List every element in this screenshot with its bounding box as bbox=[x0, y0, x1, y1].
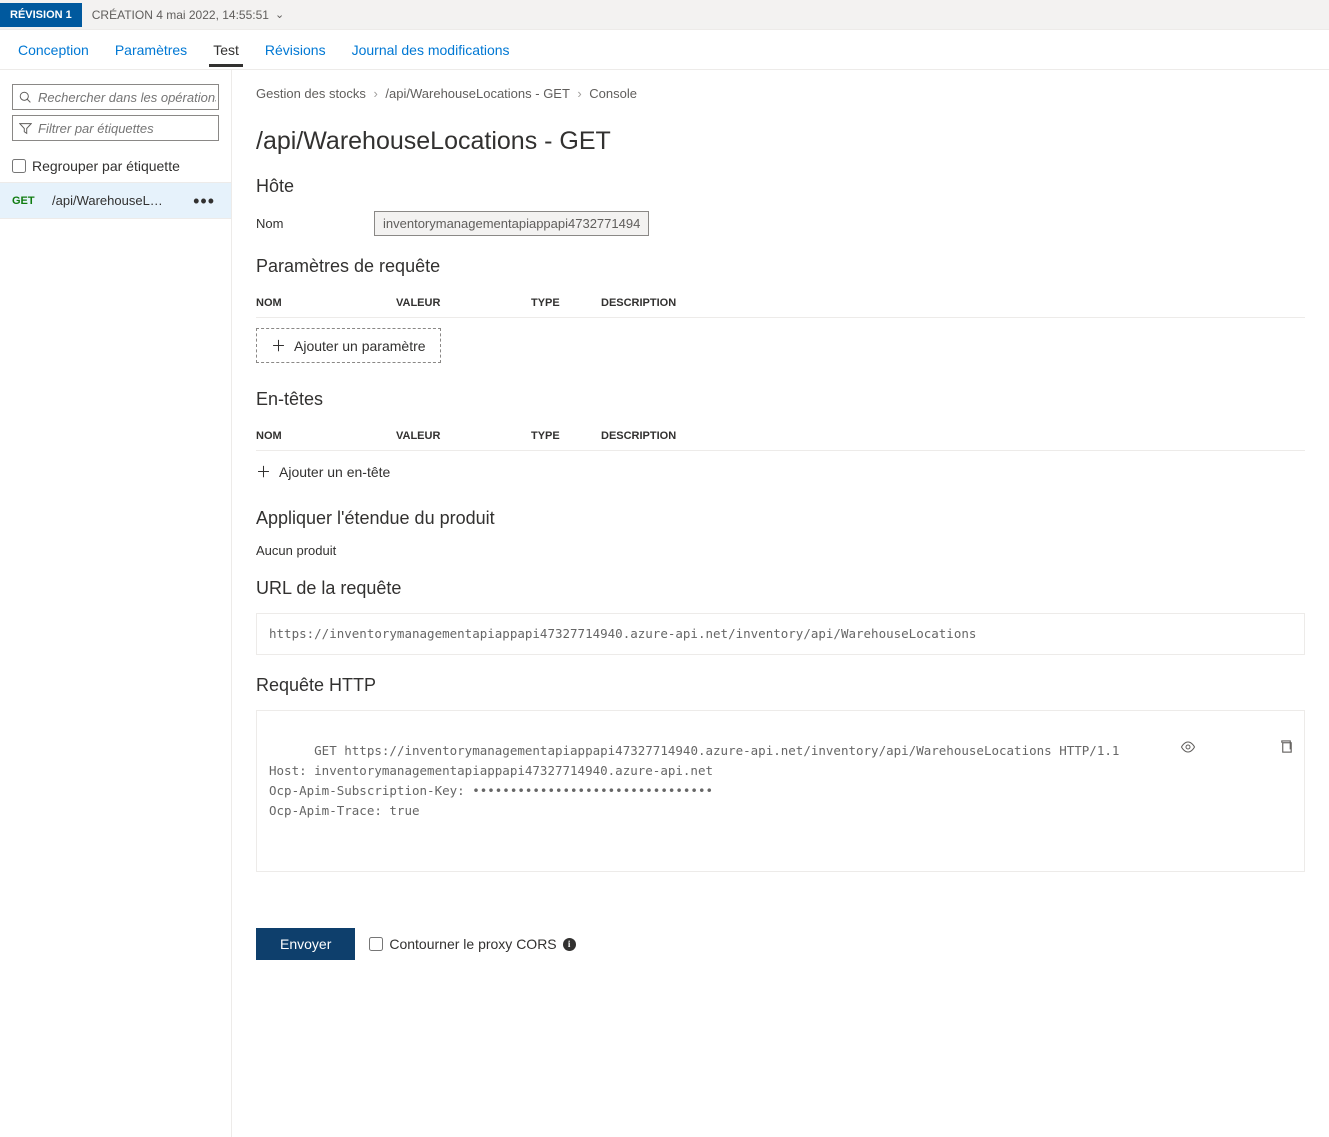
operations-sidebar: Regrouper par étiquette GET /api/Warehou… bbox=[0, 70, 232, 1137]
filter-tags[interactable] bbox=[12, 115, 219, 141]
creation-date[interactable]: CRÉATION 4 mai 2022, 14:55:51 ⌄ bbox=[82, 8, 294, 22]
add-param-button[interactable]: ＋ Ajouter un paramètre bbox=[256, 328, 441, 363]
col-value: VALEUR bbox=[396, 430, 531, 442]
cors-label: Contourner le proxy CORS bbox=[389, 936, 556, 952]
cors-bypass[interactable]: Contourner le proxy CORS i bbox=[369, 936, 575, 952]
more-icon[interactable]: ••• bbox=[189, 196, 219, 206]
http-request-box: GET https://inventorymanagementapiappapi… bbox=[256, 710, 1305, 872]
group-by-tag-checkbox[interactable] bbox=[12, 159, 26, 173]
chevron-right-icon: › bbox=[577, 86, 581, 101]
add-param-label: Ajouter un paramètre bbox=[294, 338, 426, 354]
chevron-right-icon: › bbox=[373, 86, 377, 101]
send-button[interactable]: Envoyer bbox=[256, 928, 355, 960]
search-operations[interactable] bbox=[12, 84, 219, 110]
operation-item[interactable]: GET /api/WarehouseL… ••• bbox=[0, 182, 231, 219]
add-header-button[interactable]: ＋ Ajouter un en-tête bbox=[256, 461, 390, 482]
product-scope-heading: Appliquer l'étendue du produit bbox=[256, 508, 1305, 529]
crumb-operation[interactable]: /api/WarehouseLocations - GET bbox=[385, 86, 569, 101]
host-heading: Hôte bbox=[256, 176, 1305, 197]
col-name: NOM bbox=[256, 430, 396, 442]
request-url-heading: URL de la requête bbox=[256, 578, 1305, 599]
tab-test[interactable]: Test bbox=[209, 32, 243, 67]
test-console: Gestion des stocks › /api/WarehouseLocat… bbox=[232, 70, 1329, 1137]
query-params-heading: Paramètres de requête bbox=[256, 256, 1305, 277]
headers-header: NOM VALEUR TYPE DESCRIPTION bbox=[256, 424, 1305, 451]
copy-icon[interactable] bbox=[1204, 719, 1294, 781]
page-title: /api/WarehouseLocations - GET bbox=[256, 127, 1305, 156]
no-product-text: Aucun produit bbox=[256, 543, 1305, 558]
eye-icon[interactable] bbox=[1104, 719, 1195, 781]
filter-input[interactable] bbox=[38, 121, 216, 136]
filter-icon bbox=[19, 122, 32, 135]
crumb-console: Console bbox=[589, 86, 637, 101]
group-by-tag-label: Regrouper par étiquette bbox=[32, 158, 180, 174]
tab-design[interactable]: Conception bbox=[14, 32, 93, 67]
revision-bar: RÉVISION 1 CRÉATION 4 mai 2022, 14:55:51… bbox=[0, 0, 1329, 30]
headers-heading: En-têtes bbox=[256, 389, 1305, 410]
col-desc: DESCRIPTION bbox=[601, 430, 1305, 442]
query-params-header: NOM VALEUR TYPE DESCRIPTION bbox=[256, 291, 1305, 318]
host-name-value[interactable]: inventorymanagementapiappapi4732771494 bbox=[374, 211, 649, 236]
tab-params[interactable]: Paramètres bbox=[111, 32, 191, 67]
host-name-label: Nom bbox=[256, 216, 366, 231]
search-input[interactable] bbox=[38, 90, 216, 105]
col-desc: DESCRIPTION bbox=[601, 297, 1305, 309]
col-type: TYPE bbox=[531, 297, 601, 309]
operation-path: /api/WarehouseL… bbox=[52, 193, 189, 208]
http-request-body: GET https://inventorymanagementapiappapi… bbox=[269, 743, 1119, 818]
request-url-box: https://inventorymanagementapiappapi4732… bbox=[256, 613, 1305, 655]
tab-bar: Conception Paramètres Test Révisions Jou… bbox=[0, 30, 1329, 70]
cors-checkbox[interactable] bbox=[369, 937, 383, 951]
col-name: NOM bbox=[256, 297, 396, 309]
col-type: TYPE bbox=[531, 430, 601, 442]
info-icon[interactable]: i bbox=[563, 938, 576, 951]
creation-date-text: CRÉATION 4 mai 2022, 14:55:51 bbox=[92, 8, 269, 22]
plus-icon: ＋ bbox=[271, 335, 286, 356]
console-footer: Envoyer Contourner le proxy CORS i bbox=[256, 912, 1305, 980]
revision-badge[interactable]: RÉVISION 1 bbox=[0, 3, 82, 27]
tab-revisions[interactable]: Révisions bbox=[261, 32, 330, 67]
crumb-api[interactable]: Gestion des stocks bbox=[256, 86, 366, 101]
add-header-label: Ajouter un en-tête bbox=[279, 464, 390, 480]
http-request-heading: Requête HTTP bbox=[256, 675, 1305, 696]
search-icon bbox=[19, 91, 32, 104]
chevron-down-icon: ⌄ bbox=[275, 8, 284, 21]
tab-changelog[interactable]: Journal des modifications bbox=[348, 32, 514, 67]
col-value: VALEUR bbox=[396, 297, 531, 309]
breadcrumb: Gestion des stocks › /api/WarehouseLocat… bbox=[256, 86, 1305, 101]
plus-icon: ＋ bbox=[256, 461, 271, 482]
group-by-tag[interactable]: Regrouper par étiquette bbox=[0, 154, 231, 182]
operation-verb: GET bbox=[12, 195, 52, 207]
